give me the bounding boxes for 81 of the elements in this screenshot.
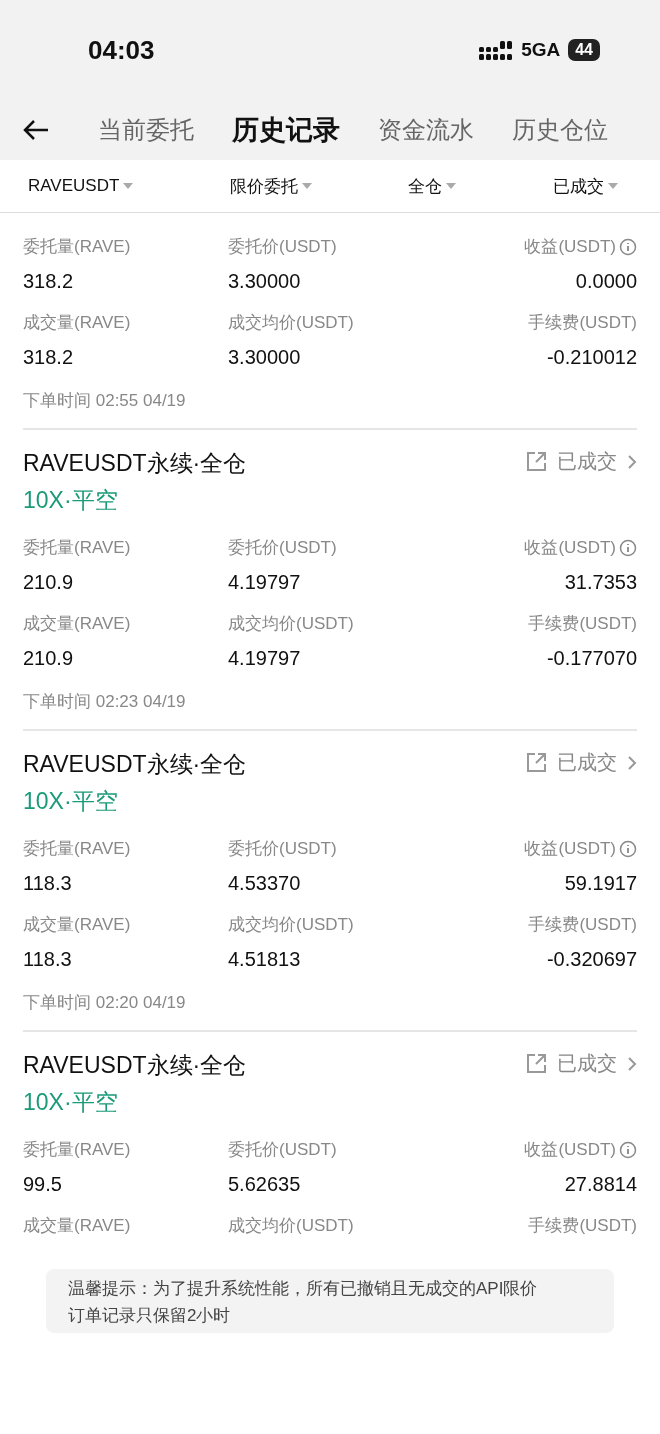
- field-label: 成交量(RAVE): [23, 613, 131, 635]
- field-value: 118.3: [23, 872, 72, 895]
- field-value: -0.210012: [546, 346, 637, 369]
- field-value: 210.9: [23, 647, 74, 670]
- battery-indicator: 44: [568, 39, 600, 61]
- order-title: RAVEUSDT永续·全仓: [23, 449, 247, 478]
- field-label: 成交量(RAVE): [23, 1215, 131, 1237]
- order-subtitle: 10X·平空: [23, 787, 119, 816]
- field-value: 318.2: [23, 346, 74, 369]
- field-value: 118.3: [23, 948, 72, 971]
- caret-icon: [446, 183, 457, 189]
- field-label: 委托价(USDT): [228, 838, 337, 860]
- order-time: 下单时间 02:55 04/19: [23, 390, 187, 412]
- field-label: 成交均价(USDT): [228, 312, 354, 334]
- tab[interactable]: 资金流水: [378, 112, 474, 148]
- share-icon: [525, 450, 547, 473]
- caret-icon: [123, 183, 134, 189]
- filter-dropdown[interactable]: 全仓: [408, 174, 457, 198]
- field-label: 收益(USDT): [524, 1138, 637, 1161]
- filter-dropdown[interactable]: RAVEUSDT: [28, 176, 134, 196]
- order-subtitle: 10X·平空: [23, 486, 119, 515]
- field-label: 成交均价(USDT): [228, 1215, 354, 1237]
- field-label: 收益(USDT): [524, 837, 637, 860]
- field-label: 委托量(RAVE): [23, 838, 131, 860]
- caret-icon: [301, 183, 312, 189]
- filter-dropdown[interactable]: 限价委托: [229, 174, 312, 198]
- field-value: 99.5: [23, 1173, 62, 1196]
- status-time: 04:03: [88, 34, 155, 66]
- chevron-icon: [627, 754, 637, 771]
- chevron-icon: [627, 1055, 637, 1072]
- field-value: 4.19797: [228, 647, 301, 670]
- network-label: 5GA: [521, 39, 561, 61]
- field-label: 收益(USDT): [524, 235, 637, 258]
- field-label: 成交量(RAVE): [23, 914, 131, 936]
- field-value: 31.7353: [564, 571, 637, 594]
- field-label: 委托价(USDT): [228, 236, 337, 258]
- field-value: 4.19797: [228, 571, 301, 594]
- field-value: 0.0000: [575, 270, 637, 293]
- field-value: 210.9: [23, 571, 74, 594]
- field-label: 成交均价(USDT): [228, 613, 354, 635]
- status-link[interactable]: 已成交: [525, 448, 637, 475]
- order-title: RAVEUSDT永续·全仓: [23, 750, 247, 779]
- field-value: -0.320697: [546, 948, 637, 971]
- status-link[interactable]: 已成交: [525, 749, 637, 776]
- share-icon: [525, 751, 547, 774]
- field-value: 3.30000: [228, 346, 301, 369]
- chevron-icon: [627, 453, 637, 470]
- signal-icon: [479, 39, 514, 61]
- tab[interactable]: 历史记录: [232, 112, 340, 148]
- field-label: 成交均价(USDT): [228, 914, 354, 936]
- field-label: 委托价(USDT): [228, 1139, 337, 1161]
- field-value: -0.177070: [546, 647, 637, 670]
- field-label: 手续费(USDT): [528, 613, 637, 635]
- field-label: 委托量(RAVE): [23, 537, 131, 559]
- tab[interactable]: 历史仓位: [512, 112, 608, 148]
- field-value: 3.30000: [228, 270, 301, 293]
- field-value: 59.1917: [564, 872, 637, 895]
- field-label: 手续费(USDT): [528, 1215, 637, 1237]
- field-label: 委托量(RAVE): [23, 1139, 131, 1161]
- share-icon: [525, 1052, 547, 1075]
- filter-dropdown[interactable]: 已成交: [553, 174, 618, 198]
- order-time: 下单时间 02:23 04/19: [23, 691, 187, 713]
- order-subtitle: 10X·平空: [23, 1088, 119, 1117]
- field-label: 手续费(USDT): [528, 914, 637, 936]
- field-label: 收益(USDT): [524, 536, 637, 559]
- field-value: 4.51813: [228, 948, 301, 971]
- field-label: 成交量(RAVE): [23, 312, 131, 334]
- field-value: 5.62635: [228, 1173, 301, 1196]
- order-time: 下单时间 02:20 04/19: [23, 992, 187, 1014]
- caret-icon: [608, 183, 618, 189]
- notice-text: 温馨提示：为了提升系统性能，所有已撤销且无成交的API限价: [68, 1278, 539, 1300]
- field-value: 318.2: [23, 270, 74, 293]
- field-label: 手续费(USDT): [528, 312, 637, 334]
- notice-text: 订单记录只保留2小时: [68, 1305, 232, 1327]
- field-label: 委托量(RAVE): [23, 236, 131, 258]
- field-label: 委托价(USDT): [228, 537, 337, 559]
- status-link[interactable]: 已成交: [525, 1050, 637, 1077]
- order-title: RAVEUSDT永续·全仓: [23, 1051, 247, 1080]
- tab[interactable]: 当前委托: [98, 112, 194, 148]
- field-value: 27.8814: [564, 1173, 637, 1196]
- field-value: 4.53370: [228, 872, 301, 895]
